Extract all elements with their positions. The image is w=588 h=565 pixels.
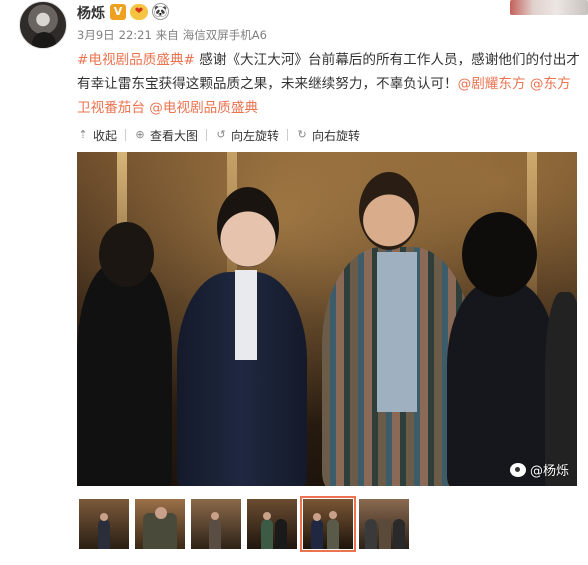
rotate-left-label: 向左旋转	[231, 128, 280, 143]
thumbnail-person	[311, 519, 323, 549]
thumbnail-head	[211, 512, 219, 520]
photo-watermark: @杨烁	[509, 460, 569, 479]
thumbnail-person	[261, 519, 273, 549]
thumbnail-head	[329, 511, 337, 519]
thumbnail-head	[100, 513, 108, 521]
thumbnail[interactable]	[191, 499, 241, 549]
image-toolbar: ⇡ 收起 ⊕ 查看大图 ↺ 向左旋转 ↻ 向右旋转	[77, 126, 360, 144]
thumbnail-person	[275, 519, 287, 549]
person-left	[77, 262, 172, 486]
thumbnail-head	[313, 513, 321, 521]
post-date[interactable]: 3月9日	[77, 28, 115, 42]
white-shirt	[235, 270, 257, 360]
thumbnail-person	[98, 519, 110, 549]
thumbnail-active[interactable]	[300, 496, 356, 552]
person-right-head	[462, 212, 537, 297]
thumbnail-person	[209, 519, 221, 549]
person-edge	[545, 292, 577, 486]
view-large-button[interactable]: ⊕ 查看大图	[134, 127, 198, 144]
rotate-left-button[interactable]: ↺ 向左旋转	[215, 127, 279, 144]
watermark-text: @杨烁	[529, 464, 569, 479]
thumbnail-head	[263, 512, 271, 520]
thumbnail-person	[327, 519, 339, 549]
header-decoration	[510, 0, 588, 15]
rotate-right-icon: ↻	[297, 128, 307, 141]
collapse-label: 收起	[93, 128, 118, 143]
post-text: #电视剧品质盛典# 感谢《大江大河》台前幕后的所有工作人员，感谢他们的付出才有幸…	[77, 48, 582, 120]
grey-shirt	[377, 252, 417, 412]
collapse-button[interactable]: ⇡ 收起	[77, 127, 117, 144]
thumbnail-strip	[79, 496, 415, 552]
rotate-left-icon: ↺	[216, 128, 226, 141]
magnify-icon: ⊕	[135, 128, 145, 141]
hashtag-link[interactable]: #电视剧品质盛典#	[77, 52, 195, 68]
post-time[interactable]: 22:21	[119, 28, 152, 42]
collapse-arrow-icon: ⇡	[78, 128, 88, 141]
toolbar-divider	[287, 129, 289, 141]
view-large-label: 查看大图	[150, 128, 199, 143]
panda-icon: 🐼	[152, 3, 169, 20]
post-meta: 3月9日 22:21 来自 海信双屏手机A6	[77, 27, 271, 43]
username[interactable]: 杨烁	[77, 3, 105, 23]
person-plaid-man-head	[359, 172, 419, 250]
person-young-man-head	[217, 187, 279, 267]
thumbnail[interactable]	[135, 499, 185, 549]
verified-icon: V	[110, 4, 126, 20]
thumbnail[interactable]	[359, 499, 409, 549]
rotate-right-button[interactable]: ↻ 向右旋转	[296, 127, 360, 144]
person-left-head	[99, 222, 154, 287]
source-prefix: 来自	[155, 28, 179, 42]
toolbar-divider	[206, 129, 208, 141]
thumbnail-head	[155, 507, 167, 519]
mention-link-3[interactable]: @电视剧品质盛典	[149, 100, 258, 116]
weibo-logo-icon	[509, 462, 526, 477]
person-right	[447, 282, 557, 486]
vip-heart-icon[interactable]: ❤	[130, 4, 148, 20]
thumbnail-person	[379, 519, 391, 549]
thumbnail-person	[365, 519, 377, 549]
main-photo[interactable]: @杨烁	[77, 152, 577, 486]
thumbnail[interactable]	[247, 499, 297, 549]
mention-link-1[interactable]: @剧耀东方	[458, 76, 526, 92]
toolbar-divider	[125, 129, 127, 141]
rotate-right-label: 向右旋转	[312, 128, 361, 143]
thumbnail-person	[393, 519, 405, 549]
source-device[interactable]: 海信双屏手机A6	[183, 28, 267, 42]
thumbnail[interactable]	[79, 499, 129, 549]
avatar[interactable]	[19, 1, 67, 49]
